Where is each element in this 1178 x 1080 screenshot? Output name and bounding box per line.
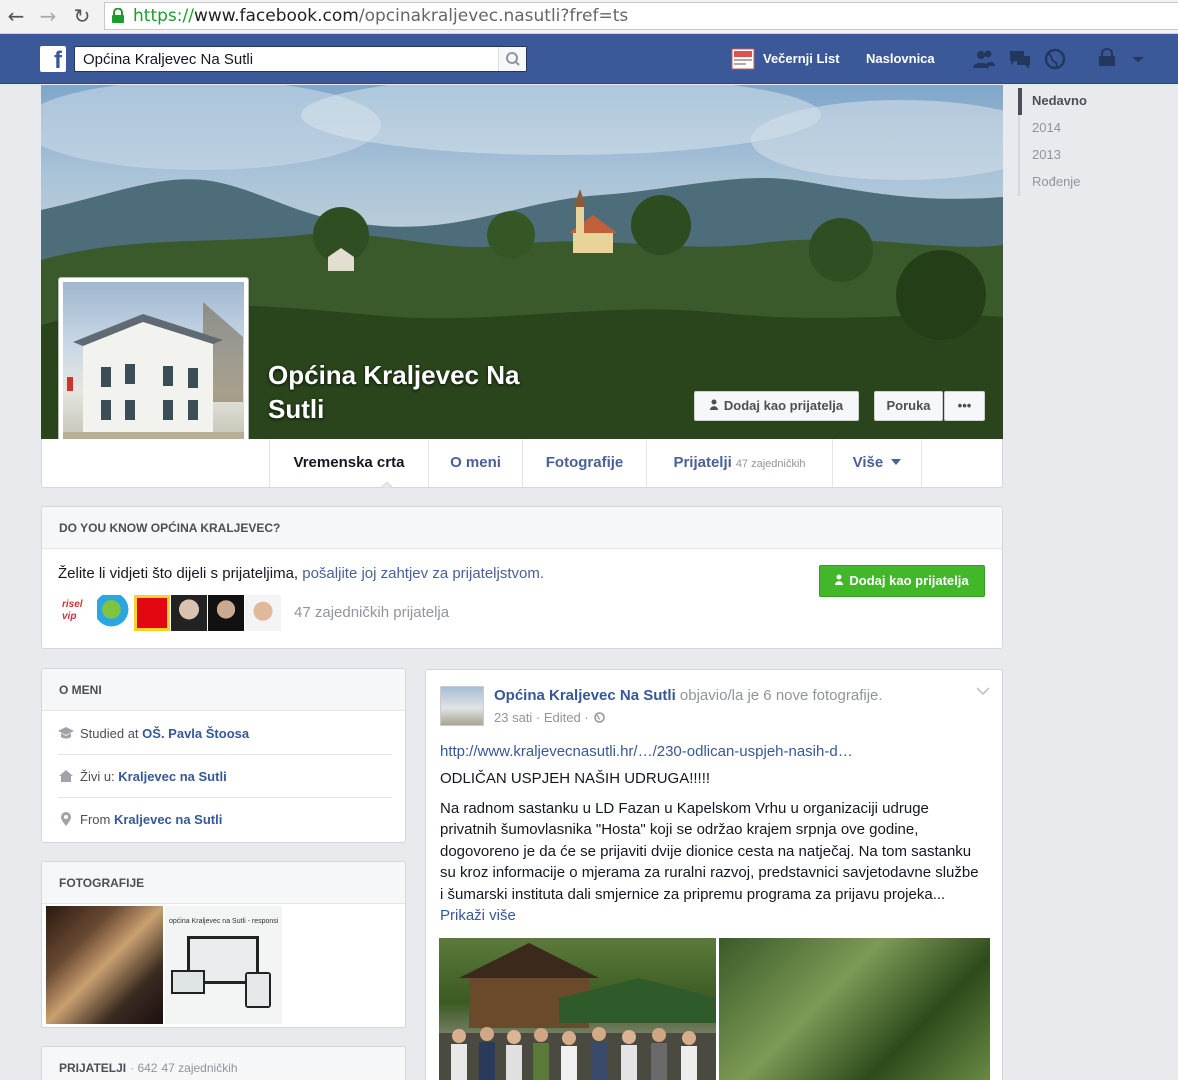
address-bar[interactable]: https://www.facebook.com/opcinakraljevec…: [104, 2, 1178, 30]
post-headline: ODLIČAN USPJEH NAŠIH UDRUGA!!!!!: [440, 770, 711, 787]
browser-toolbar: ← → ↻ https://www.facebook.com/opcinakra…: [0, 0, 1178, 34]
do-you-know-panel: DO YOU KNOW OPĆINA KRALJEVEC? Želite li …: [41, 506, 1003, 649]
back-arrow-icon[interactable]: ←: [4, 4, 28, 28]
timeline-nav-born[interactable]: Rođenje: [1018, 169, 1138, 196]
photo-thumbnail[interactable]: [46, 906, 163, 1024]
app-link[interactable]: Večernji List: [763, 51, 840, 66]
friends-count: · 642: [130, 1061, 158, 1075]
education-icon: [58, 727, 74, 739]
messages-icon[interactable]: [1008, 48, 1032, 70]
account-menu-chevron-down-icon[interactable]: [1126, 48, 1150, 70]
active-tab-indicator: [381, 482, 393, 488]
tab-friends[interactable]: Prijatelji 47 zajedničkih: [646, 439, 832, 487]
friends-title[interactable]: PRIJATELJI: [59, 1061, 126, 1075]
post-options-chevron-down-icon[interactable]: [976, 686, 990, 696]
friend-thumb-logo: risel vip: [62, 599, 83, 622]
post-meta: 23 sati · Edited ·: [494, 710, 606, 725]
add-friend-icon: [709, 399, 718, 410]
post-author-link[interactable]: Općina Kraljevec Na Sutli: [494, 687, 676, 704]
friend-thumb[interactable]: [208, 595, 244, 631]
school-link[interactable]: OŠ. Pavla Štoosa: [142, 726, 249, 741]
friend-requests-icon[interactable]: [972, 48, 996, 70]
about-row-from: From Kraljevec na Sutli: [58, 798, 392, 841]
photos-panel: FOTOGRAFIJE općina Kraljevec na Sutli - …: [41, 861, 406, 1028]
add-friend-button[interactable]: Dodaj kao prijatelja: [694, 391, 859, 421]
friend-thumb[interactable]: [245, 595, 281, 631]
tab-more[interactable]: Više: [832, 439, 922, 487]
app-thumbnail-icon[interactable]: [731, 48, 755, 70]
add-friend-label: Dodaj kao prijatelja: [723, 398, 844, 413]
post-photo[interactable]: [439, 938, 716, 1080]
mutual-friends-thumbnails: risel vip: [60, 595, 281, 631]
mutual-friends-count[interactable]: 47 zajedničkih prijatelja: [294, 604, 449, 621]
add-friend-icon: [835, 574, 844, 585]
chevron-down-icon: [891, 459, 902, 465]
home-link[interactable]: Naslovnica: [866, 51, 935, 66]
about-row-lives: Živi u: Kraljevec na Sutli: [58, 755, 392, 798]
facebook-logo-icon[interactable]: f: [40, 46, 66, 72]
send-request-link[interactable]: pošaljite joj zahtjev za prijateljstvom.: [302, 565, 544, 582]
search-icon: [506, 52, 520, 66]
url-text: https://www.facebook.com/opcinakraljevec…: [133, 6, 629, 26]
search-box: [74, 46, 527, 72]
public-globe-icon[interactable]: [594, 712, 606, 723]
town-hall-illustration: [63, 302, 244, 463]
laptop-illustration: [171, 970, 205, 994]
timeline-post: Općina Kraljevec Na Sutli objavio/la je …: [425, 669, 1003, 1080]
search-button[interactable]: [498, 47, 526, 71]
do-you-know-title: DO YOU KNOW OPĆINA KRALJEVEC?: [42, 507, 1002, 549]
message-button[interactable]: Poruka: [874, 391, 943, 421]
more-options-button[interactable]: •••: [944, 391, 985, 421]
photos-title: FOTOGRAFIJE: [42, 862, 405, 904]
facebook-header: f Večernji List Naslovnica: [0, 34, 1178, 84]
current-city-link[interactable]: Kraljevec na Sutli: [118, 769, 226, 784]
profile-tabs: Vremenska crta O meni Fotografije Prijat…: [41, 439, 1003, 488]
group-photo-illustration: [439, 943, 716, 1080]
tab-photos[interactable]: Fotografije: [522, 439, 646, 487]
timeline-nav-2014[interactable]: 2014: [1018, 115, 1138, 142]
add-friend-green-label: Dodaj kao prijatelja: [849, 573, 969, 588]
post-body-text: Na radnom sastanku u LD Fazan u Kapelsko…: [440, 800, 979, 925]
timeline-nav-recent[interactable]: Nedavno: [1018, 88, 1138, 115]
post-photo[interactable]: [719, 938, 990, 1080]
add-friend-green-button[interactable]: Dodaj kao prijatelja: [819, 565, 985, 597]
tab-timeline[interactable]: Vremenska crta: [269, 439, 428, 487]
friends-mutual: 47 zajedničkih: [161, 1061, 238, 1075]
notifications-globe-icon[interactable]: [1043, 48, 1067, 70]
tablet-illustration: [245, 972, 271, 1008]
home-icon: [59, 770, 73, 782]
forward-arrow-icon[interactable]: →: [36, 4, 60, 28]
privacy-shortcuts-icon[interactable]: [1096, 48, 1120, 70]
timeline-nav-2013[interactable]: 2013: [1018, 142, 1138, 169]
friends-header: PRIJATELJI · 642 47 zajedničkih: [42, 1047, 405, 1080]
timeline-year-nav: Nedavno 2014 2013 Rođenje: [1018, 88, 1138, 196]
tab-about[interactable]: O meni: [428, 439, 522, 487]
friend-thumb[interactable]: [171, 595, 207, 631]
do-you-know-text: Želite li vidjeti što dijeli s prijatelj…: [58, 565, 545, 582]
photo-caption: općina Kraljevec na Sutli - responsi: [169, 918, 279, 925]
about-row-education: Studied at OŠ. Pavla Štoosa: [58, 712, 392, 755]
post-author-avatar[interactable]: [440, 686, 484, 726]
friend-thumb[interactable]: risel vip: [60, 595, 96, 631]
tab-friends-count: 47 zajedničkih: [735, 458, 806, 470]
friends-panel: PRIJATELJI · 642 47 zajedničkih: [41, 1046, 406, 1080]
post-header: Općina Kraljevec Na Sutli objavio/la je …: [494, 687, 883, 704]
tab-more-label: Više: [852, 454, 884, 471]
location-pin-icon: [61, 812, 71, 826]
tab-friends-label: Prijatelji: [673, 454, 732, 471]
friend-thumb[interactable]: [97, 595, 133, 631]
about-panel: O MENI Studied at OŠ. Pavla Štoosa Živi …: [41, 668, 406, 843]
photo-thumbnail[interactable]: općina Kraljevec na Sutli - responsi: [165, 906, 282, 1024]
about-title: O MENI: [42, 669, 405, 711]
post-url-link[interactable]: http://www.kraljevecnasutli.hr/…/230-odl…: [440, 743, 853, 760]
see-more-link[interactable]: Prikaži više: [440, 907, 516, 924]
reload-icon[interactable]: ↻: [70, 4, 94, 28]
page-title[interactable]: Općina Kraljevec Na Sutli: [268, 358, 558, 426]
friend-thumb[interactable]: [134, 595, 170, 631]
search-input[interactable]: [75, 47, 495, 71]
hometown-link[interactable]: Kraljevec na Sutli: [114, 812, 222, 827]
lock-icon: [112, 8, 124, 23]
post-timestamp[interactable]: 23 sati · Edited ·: [494, 710, 589, 725]
